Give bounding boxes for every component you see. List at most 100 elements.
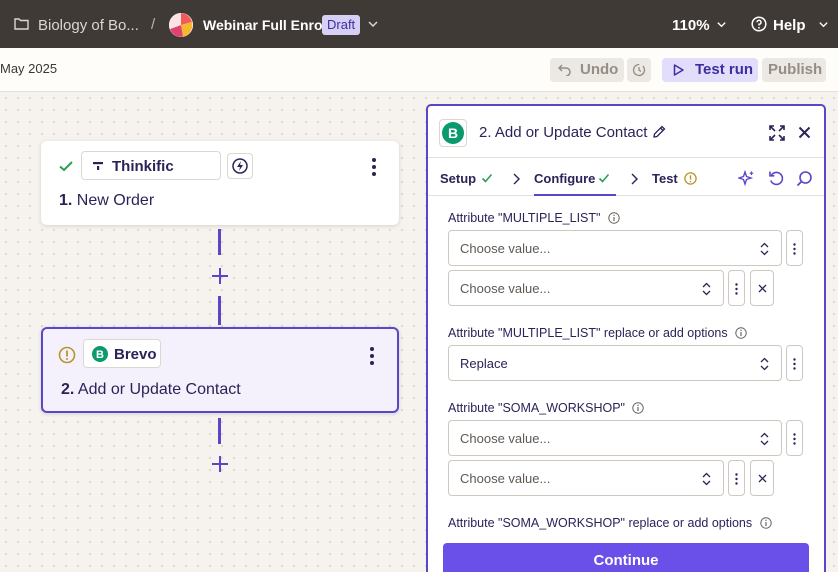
folder-breadcrumb[interactable]: Biology of Bo...	[38, 17, 139, 34]
panel-header: B 2. Add or Update Contact	[428, 106, 824, 158]
field-options-button[interactable]	[786, 420, 803, 456]
search-icon[interactable]	[796, 170, 813, 187]
chevron-down-icon[interactable]	[716, 19, 727, 30]
kebab-icon	[793, 358, 796, 370]
editor-toolbar: May 2025 Undo Test run Publish	[0, 48, 838, 92]
value-select[interactable]: Choose value...	[448, 230, 782, 266]
field-options-button[interactable]	[786, 230, 803, 266]
check-icon	[481, 173, 493, 183]
kebab-icon[interactable]	[365, 157, 383, 177]
field-label: Attribute "MULTIPLE_LIST"	[448, 211, 620, 225]
history-button[interactable]	[627, 58, 651, 82]
configure-form: Attribute "MULTIPLE_LIST" Choose value..…	[428, 197, 824, 537]
updown-chevron-icon	[702, 282, 711, 296]
last-edited-date: May 2025	[0, 61, 58, 76]
close-icon	[758, 284, 767, 293]
refresh-icon[interactable]	[768, 170, 785, 187]
scroll-fade	[428, 534, 824, 542]
sparkle-icon[interactable]	[738, 170, 755, 187]
expand-icon[interactable]	[768, 124, 786, 142]
app-name: Thinkific	[112, 158, 174, 175]
tab-test[interactable]: Test	[652, 159, 700, 196]
trigger-badge	[227, 153, 253, 179]
svg-text:B: B	[448, 125, 458, 141]
value-select[interactable]: Choose value...	[448, 460, 724, 496]
item-options-button[interactable]	[728, 460, 745, 496]
kebab-icon	[793, 433, 796, 445]
info-icon[interactable]	[759, 517, 772, 529]
tab-configure[interactable]: Configure	[534, 159, 616, 196]
svg-text:B: B	[96, 349, 104, 361]
help-circle-icon[interactable]	[751, 16, 767, 32]
test-run-button[interactable]: Test run	[662, 58, 758, 82]
plus-icon[interactable]	[209, 265, 231, 287]
kebab-icon	[793, 243, 796, 255]
remove-item-button[interactable]	[750, 460, 774, 496]
warning-circle-icon	[684, 172, 697, 185]
item-options-button[interactable]	[728, 270, 745, 306]
app-chip-brevo: B Brevo	[83, 339, 161, 368]
zoom-level[interactable]: 110%	[672, 17, 710, 34]
continue-button[interactable]: Continue	[443, 543, 809, 572]
connector-line	[218, 418, 221, 444]
app-chip-thinkific: Thinkific	[81, 151, 221, 180]
info-icon[interactable]	[608, 212, 620, 224]
field-options-button[interactable]	[786, 345, 803, 381]
close-icon	[758, 474, 767, 483]
info-icon[interactable]	[735, 327, 747, 339]
step-card-action[interactable]: B Brevo 2. Add or Update Contact	[41, 327, 399, 413]
folder-icon	[14, 18, 29, 30]
kebab-icon	[735, 473, 738, 485]
app-name: Brevo	[114, 346, 157, 363]
lightning-icon	[232, 158, 248, 174]
connector-line	[218, 296, 221, 325]
step-title: 1. New Order	[59, 192, 155, 209]
kebab-icon[interactable]	[363, 346, 381, 366]
brevo-logo-icon: B	[442, 122, 464, 144]
kebab-icon	[735, 283, 738, 295]
remove-item-button[interactable]	[750, 270, 774, 306]
check-icon	[598, 173, 610, 183]
help-menu-label[interactable]: Help	[773, 17, 806, 34]
field-label: Attribute "MULTIPLE_LIST" replace or add…	[448, 326, 747, 340]
panel-title: 2. Add or Update Contact	[479, 124, 648, 141]
connector-line	[218, 229, 221, 255]
step-title: 2. Add or Update Contact	[61, 381, 241, 398]
breadcrumb-separator: /	[151, 16, 156, 33]
step-card-trigger[interactable]: Thinkific 1. New Order	[41, 141, 399, 225]
check-icon	[59, 161, 73, 172]
updown-chevron-icon	[760, 357, 769, 371]
warning-circle-icon	[58, 346, 76, 364]
panel-tabs: Setup Configure Test	[428, 159, 824, 196]
history-icon	[632, 63, 646, 77]
play-icon	[673, 64, 684, 76]
tab-setup[interactable]: Setup	[440, 159, 498, 196]
undo-icon	[558, 64, 571, 76]
thinkific-logo-icon	[93, 162, 103, 170]
value-select[interactable]: Choose value...	[448, 270, 724, 306]
undo-button[interactable]: Undo	[550, 58, 624, 82]
step-editor-panel: B 2. Add or Update Contact Setup Configu…	[426, 104, 826, 572]
undo-label: Undo	[580, 61, 619, 78]
zap-title[interactable]: Webinar Full Enrol	[203, 17, 326, 33]
top-bar: Biology of Bo... / Webinar Full Enrol Dr…	[0, 0, 838, 48]
publish-label: Publish	[768, 61, 823, 78]
publish-button[interactable]: Publish	[762, 58, 826, 82]
brevo-logo-icon: B	[92, 346, 108, 362]
info-icon[interactable]	[632, 402, 645, 414]
zap-logo-icon	[169, 13, 193, 37]
chevron-right-icon	[631, 173, 638, 185]
chevron-down-icon[interactable]	[818, 19, 829, 30]
chevron-down-icon[interactable]	[367, 18, 379, 30]
chevron-right-icon	[513, 173, 520, 185]
updown-chevron-icon	[760, 242, 769, 256]
pencil-icon[interactable]	[652, 125, 666, 139]
test-run-label: Test run	[695, 61, 754, 78]
value-select[interactable]: Choose value...	[448, 420, 782, 456]
close-icon[interactable]	[798, 126, 811, 139]
replace-option-select[interactable]: Replace	[448, 345, 782, 381]
updown-chevron-icon	[702, 472, 711, 486]
field-label: Attribute "SOMA_WORKSHOP"	[448, 401, 645, 415]
plus-icon[interactable]	[209, 453, 231, 475]
updown-chevron-icon	[760, 432, 769, 446]
